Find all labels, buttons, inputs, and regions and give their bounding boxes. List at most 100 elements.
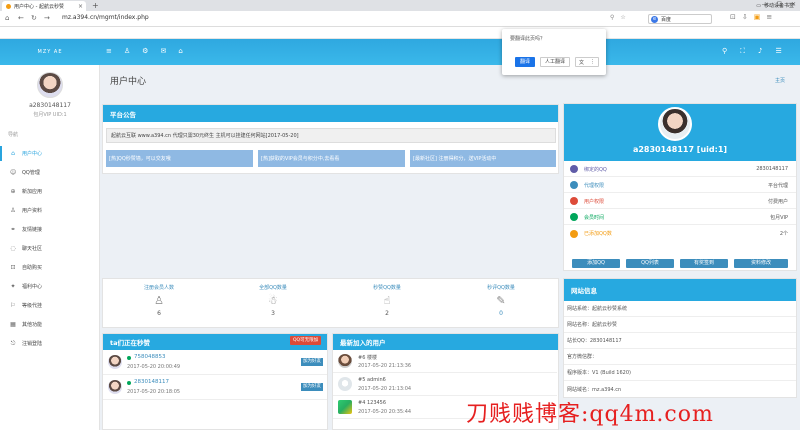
signin-button[interactable]: 有奖签到 (680, 259, 728, 268)
translate-icon[interactable]: ⚲ (610, 14, 614, 21)
user-time: 2017-05-20 21:13:04 (358, 386, 412, 392)
translate-options[interactable]: 文 ⋮ (575, 57, 599, 67)
sidebar-item-label: 聊天社区 (22, 246, 43, 252)
sidebar-username: a2830148117 (29, 102, 71, 109)
search-icon[interactable]: ⚲ (722, 47, 727, 56)
extension-icon[interactable]: ▣ (754, 13, 761, 21)
sidebar-item-user-center[interactable]: ⌂ 用户中心 (0, 146, 100, 161)
sidebar-item-profile[interactable]: ♙ 用户资料 (0, 203, 100, 218)
bell-icon[interactable]: ♪ (758, 47, 762, 56)
stat-like-qq: 秒赞QQ数量 ☝ 2 (330, 284, 444, 317)
sidebar-item-apps[interactable]: ⊕ 新加应用 (0, 184, 100, 199)
folder-icon: ▭ (756, 2, 761, 9)
forward-icon[interactable]: ← (18, 14, 24, 22)
language-icon: 文 (578, 59, 584, 66)
header-right-icons: ⚲ ⛶ ♪ ☰ (722, 47, 782, 56)
notice-button-3[interactable]: [最新社区] 注册得积分，送VIP活动中 (410, 150, 556, 167)
site-info-row: 网站域名：mz.a394.cn (567, 386, 622, 393)
online-qq[interactable]: 758048853 (134, 354, 166, 360)
sidebar-item-links[interactable]: ⚭ 友情链接 (0, 222, 100, 237)
settings-icon[interactable]: ⚙ (142, 47, 148, 55)
edit-profile-button[interactable]: 资料修改 (734, 259, 788, 268)
cart-ext-icon[interactable]: ⊡ (730, 13, 736, 21)
thumbs-up-icon: ☝ (383, 294, 391, 307)
stat-label: 全部QQ数量 (259, 285, 287, 291)
new-tab-button[interactable]: + (92, 1, 99, 10)
back-icon[interactable]: ⌂ (5, 14, 9, 22)
sidebar-item-level[interactable]: ⚐ 等级代挂 (0, 298, 100, 313)
mobile-bookmarks[interactable]: ▭ 移动设备书签 (756, 2, 794, 10)
list-item: #6 楼楼 2017-05-20 21:13:36 (333, 351, 557, 373)
profile-row-value: 2830148117 (756, 166, 788, 172)
edit-icon: ✎ (496, 294, 506, 307)
favicon-icon (6, 3, 11, 9)
stat-value: 3 (271, 310, 275, 317)
cart-icon: ⊡ (10, 264, 16, 271)
menu-icon[interactable]: ≡ (766, 13, 772, 21)
add-qq-button[interactable]: 添加QQ (572, 259, 620, 268)
stat-label: 注册会员人数 (143, 285, 174, 291)
refresh-icon[interactable]: ↻ (31, 14, 37, 22)
fullscreen-icon[interactable]: ⛶ (740, 47, 745, 56)
message-icon[interactable]: ✉ (160, 47, 166, 55)
add-friend-button[interactable]: 加为好友 (301, 383, 323, 391)
sidebar-item-label: 友情链接 (22, 227, 43, 233)
add-friend-button[interactable]: 加为好友 (301, 358, 323, 366)
link-icon: ⚭ (10, 226, 16, 233)
qq-list-button[interactable]: QQ列表 (626, 259, 674, 268)
browser-tab-bar (0, 0, 800, 11)
search-engine-box[interactable]: e 百度 (648, 14, 712, 24)
list-item: #5 admin6 2017-05-20 21:13:04 (333, 374, 557, 396)
menu-toggle-icon[interactable]: ≡ (106, 47, 112, 55)
sidebar-item-qq[interactable]: ☺ QQ管理 (0, 165, 100, 180)
site-info-title: 网站信息 (564, 279, 796, 301)
home-nav-icon[interactable]: → (44, 14, 50, 22)
home-link[interactable]: 主页 (775, 77, 785, 84)
sidebar-item-label: 福利中心 (22, 284, 43, 290)
online-time: 2017-05-20 20:00:49 (127, 364, 181, 370)
browser-tab[interactable]: 用户中心 - 起航云秒赞 × (2, 1, 86, 11)
notice-button-2[interactable]: [热]获取的VIP会员与积分中,去看看 (258, 150, 405, 167)
user-name: #5 admin6 (358, 377, 386, 383)
manual-translate-button[interactable]: 人工翻译 (540, 57, 570, 67)
sidebar-item-logout[interactable]: ⎋ 注销登陆 (0, 336, 100, 351)
url-field[interactable]: mz.a394.cn/mgmt/index.php (62, 14, 149, 21)
grid-icon: ▦ (10, 321, 16, 328)
download-icon[interactable]: ⇩ (742, 13, 748, 21)
avatar (338, 400, 352, 414)
profile-row-qq: 绑定的QQ 2830148117 (564, 162, 796, 177)
online-qq[interactable]: 2830148117 (134, 379, 169, 385)
user-icon[interactable]: ♙ (124, 47, 130, 55)
sidebar-item-buy[interactable]: ⊡ 自助购买 (0, 260, 100, 275)
notice-text: 起航云互联 www.a394.cn 代理只需30元终生 主机可以挂建任何网站[2… (106, 128, 556, 143)
home-icon[interactable]: ⌂ (178, 47, 182, 55)
address-actions: ⚲ ☆ (610, 14, 626, 21)
tab-close-icon[interactable]: × (78, 3, 83, 10)
user-icon: ♙ (154, 294, 164, 307)
translate-question: 要翻译此页吗？ (510, 36, 546, 42)
site-info-row: 官方微信群： (564, 349, 796, 365)
stat-value: 0 (499, 310, 503, 317)
more-options-icon[interactable]: ⋮ (590, 59, 595, 65)
site-info-row: 网站系统：起航云秒赞系统 (564, 301, 796, 317)
clock-icon (570, 213, 578, 221)
stat-value: 6 (157, 310, 161, 317)
site-info-row: 站长QQ：2830148117 (564, 333, 796, 349)
app-logo[interactable]: MZY AE (0, 39, 100, 65)
notice-button-1[interactable]: [热]QQ秒赞墙，可以交友哦 (106, 150, 253, 167)
more-icon[interactable]: ☰ (776, 47, 782, 56)
site-info-row: 程序版本：V1 (Build 1620) (564, 365, 796, 381)
profile-row-label: 代理权限 (584, 182, 605, 189)
star-icon[interactable]: ☆ (620, 14, 625, 21)
sidebar-item-welfare[interactable]: ✦ 福利中心 (0, 279, 100, 294)
permission-icon (570, 197, 578, 205)
page-title: 用户中心 (110, 77, 147, 87)
sidebar-item-chat[interactable]: ◌ 聊天社区 (0, 241, 100, 256)
profile-row-value: 2个 (779, 231, 788, 237)
sidebar-item-other[interactable]: ▦ 其他功能 (0, 317, 100, 332)
header-icons: ≡ ♙ ⚙ ✉ ⌂ (106, 47, 183, 55)
nav-label: 导航 (8, 132, 19, 138)
stat-value: 2 (385, 310, 389, 317)
sidebar-item-label: 注销登陆 (22, 341, 43, 347)
translate-button[interactable]: 翻译 (515, 57, 535, 67)
